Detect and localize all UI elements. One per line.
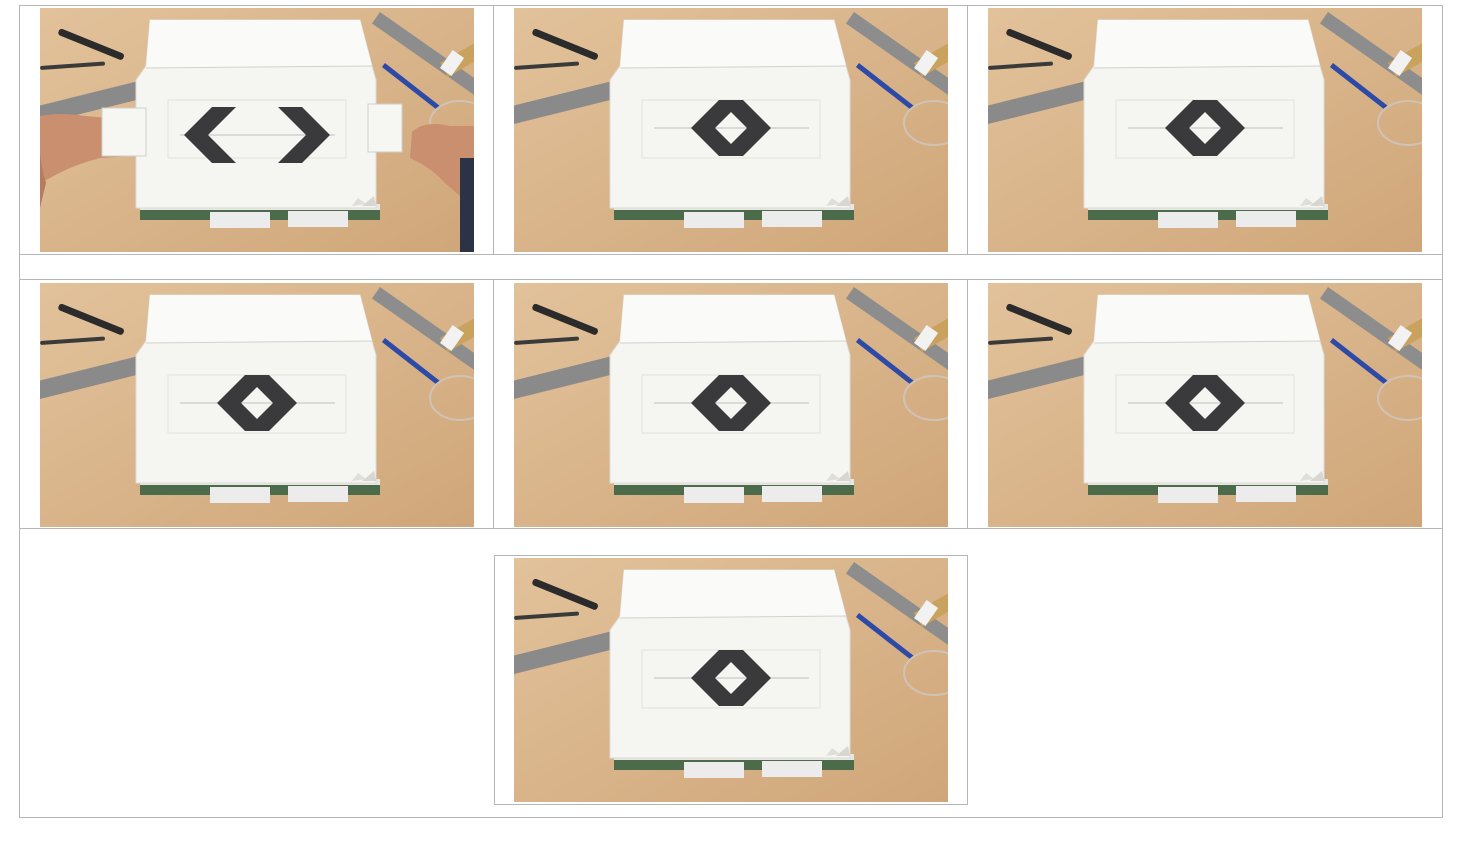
board-flap — [620, 295, 846, 343]
sticky-note-1 — [1158, 212, 1218, 228]
step-image-5[interactable] — [514, 283, 948, 527]
sticky-note-1 — [210, 487, 270, 503]
step-image-1[interactable] — [40, 8, 474, 252]
table-border — [19, 279, 1443, 280]
step-image-2[interactable] — [514, 8, 948, 252]
sticky-note-1 — [684, 487, 744, 503]
table-border — [967, 279, 968, 529]
step-image-4[interactable] — [40, 283, 474, 527]
table-border — [1442, 5, 1443, 818]
sticky-note-1 — [684, 212, 744, 228]
step-image-6[interactable] — [988, 283, 1422, 527]
sticky-note-2 — [762, 761, 822, 777]
board-flap — [146, 20, 372, 68]
board-flap — [1094, 295, 1320, 343]
board-flap — [146, 295, 372, 343]
sticky-note-1 — [1158, 487, 1218, 503]
board-flap — [620, 20, 846, 68]
table-border — [19, 254, 1443, 255]
step-image-3[interactable] — [988, 8, 1422, 252]
paper-tab-right — [367, 103, 403, 153]
table-border — [19, 817, 1443, 818]
sticky-note-1 — [210, 212, 270, 228]
sticky-note-2 — [1236, 486, 1296, 502]
table-border — [967, 5, 968, 255]
board-flap — [1094, 20, 1320, 68]
board-flap — [620, 570, 846, 618]
table-border — [493, 5, 494, 255]
table-border — [19, 5, 1443, 6]
sticky-note-2 — [288, 211, 348, 227]
sticky-note-2 — [762, 486, 822, 502]
table-border — [493, 279, 494, 529]
table-border — [19, 5, 20, 818]
sticky-note-2 — [762, 211, 822, 227]
step-image-7[interactable] — [514, 558, 948, 802]
table-border — [19, 528, 1443, 529]
sticky-note-2 — [288, 486, 348, 502]
paper-tab-left — [101, 107, 147, 157]
sticky-note-1 — [684, 762, 744, 778]
sticky-note-2 — [1236, 211, 1296, 227]
